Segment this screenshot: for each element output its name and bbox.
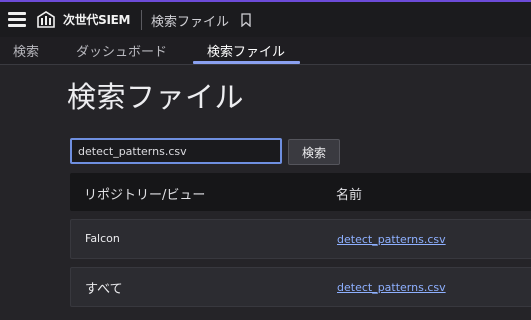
bookmark-icon[interactable]	[240, 13, 252, 27]
column-header-repository[interactable]: リポジトリー/ビュー	[84, 184, 205, 203]
tab-bar: 検索 ダッシュボード 検索ファイル	[0, 37, 531, 65]
header-page-name: 検索ファイル	[151, 15, 230, 30]
file-link[interactable]: detect_patterns.csv	[337, 281, 446, 294]
tab-search[interactable]: 検索	[13, 41, 39, 60]
active-tab-indicator	[193, 61, 300, 64]
tab-dashboards[interactable]: ダッシュボード	[76, 41, 167, 60]
table-header: リポジトリー/ビュー 名前	[70, 173, 531, 211]
column-header-name[interactable]: 名前	[336, 184, 362, 203]
header-divider	[141, 10, 142, 30]
page-title: 検索ファイル	[67, 80, 245, 114]
hamburger-menu-icon[interactable]	[8, 12, 26, 28]
table-row: すべて detect_patterns.csv	[70, 267, 531, 307]
repo-cell: Falcon	[85, 232, 120, 245]
brand-name[interactable]: 次世代SIEM	[63, 11, 130, 28]
repo-cell: すべて	[85, 282, 123, 297]
top-bar: 次世代SIEM 検索ファイル	[0, 0, 531, 37]
app-logo-icon	[37, 11, 55, 28]
tab-files[interactable]: 検索ファイル	[207, 41, 285, 60]
search-button[interactable]: 検索	[288, 139, 340, 165]
file-link[interactable]: detect_patterns.csv	[337, 233, 446, 246]
table-row: Falcon detect_patterns.csv	[70, 219, 531, 259]
search-input[interactable]	[70, 138, 282, 164]
